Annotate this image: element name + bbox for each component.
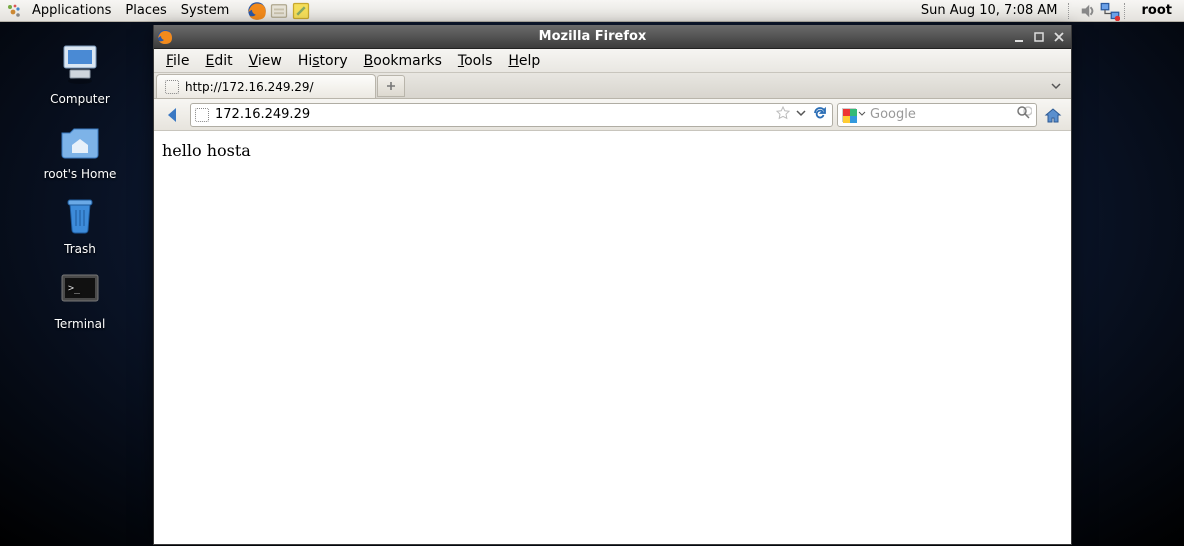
search-engine-dropdown-icon[interactable] [858, 107, 866, 122]
new-tab-button[interactable] [377, 75, 405, 97]
gnome-foot-icon [4, 1, 24, 21]
menu-edit[interactable]: Edit [197, 51, 240, 71]
separator [1124, 3, 1130, 19]
page-content: hello hosta [154, 131, 1071, 544]
maximize-button[interactable] [1029, 28, 1049, 46]
desktop-icon-label: root's Home [44, 167, 117, 181]
separator [1068, 3, 1074, 19]
user-menu[interactable]: root [1134, 3, 1181, 18]
nautilus-launcher-icon[interactable] [269, 1, 289, 21]
search-bar[interactable]: Google [837, 103, 1037, 127]
page-body-text: hello hosta [162, 141, 251, 160]
page-icon [165, 80, 179, 94]
menu-bookmarks[interactable]: Bookmarks [356, 51, 450, 71]
search-go-icon[interactable] [1016, 105, 1032, 125]
network-icon[interactable] [1100, 1, 1120, 21]
menu-view[interactable]: View [241, 51, 290, 71]
home-folder-icon [56, 115, 104, 163]
desktop-icon-label: Terminal [55, 317, 106, 331]
desktop-icon-terminal[interactable]: >_ Terminal [32, 265, 128, 331]
system-menu[interactable]: System [175, 1, 235, 20]
google-favicon [842, 108, 856, 122]
menu-help[interactable]: Help [500, 51, 548, 71]
reload-icon[interactable] [812, 105, 828, 125]
back-button[interactable] [160, 102, 186, 128]
gnome-top-panel: Applications Places System Sun Aug 10, 7… [0, 0, 1184, 22]
menu-tools[interactable]: Tools [450, 51, 501, 71]
browser-tab[interactable]: http://172.16.249.29/ [156, 74, 376, 98]
firefox-window: Mozilla Firefox File Edit View History B… [153, 25, 1072, 545]
window-titlebar[interactable]: Mozilla Firefox [154, 25, 1071, 49]
close-button[interactable] [1049, 28, 1069, 46]
places-menu[interactable]: Places [119, 1, 172, 20]
desktop-icon-label: Computer [50, 92, 110, 106]
menu-file[interactable]: File [158, 51, 197, 71]
firefox-tabbar: http://172.16.249.29/ [154, 73, 1071, 99]
applications-menu[interactable]: Applications [26, 1, 117, 20]
panel-clock[interactable]: Sun Aug 10, 7:08 AM [915, 3, 1064, 18]
desktop-icon-label: Trash [64, 242, 96, 256]
firefox-navbar: 172.16.249.29 Google [154, 99, 1071, 131]
desktop-icon-computer[interactable]: Computer [32, 40, 128, 106]
url-bar[interactable]: 172.16.249.29 [190, 103, 833, 127]
bookmark-star-icon[interactable] [776, 106, 790, 124]
svg-text:>_: >_ [68, 283, 81, 294]
firefox-icon [154, 29, 176, 45]
trash-icon [56, 190, 104, 238]
firefox-menubar: File Edit View History Bookmarks Tools H… [154, 49, 1071, 73]
volume-icon[interactable] [1078, 1, 1098, 21]
terminal-icon: >_ [56, 265, 104, 313]
tab-list-dropdown[interactable] [1047, 77, 1065, 95]
desktop-icon-trash[interactable]: Trash [32, 190, 128, 256]
firefox-launcher-icon[interactable] [247, 1, 267, 21]
minimize-button[interactable] [1009, 28, 1029, 46]
desktop-icon-home[interactable]: root's Home [32, 115, 128, 181]
computer-icon [56, 40, 104, 88]
history-dropdown-icon[interactable] [796, 107, 806, 122]
home-button[interactable] [1041, 103, 1065, 127]
menu-history[interactable]: History [290, 51, 356, 71]
page-icon [195, 108, 209, 122]
window-title: Mozilla Firefox [176, 29, 1009, 44]
note-launcher-icon[interactable] [291, 1, 311, 21]
tab-label: http://172.16.249.29/ [185, 80, 314, 94]
search-placeholder: Google [870, 107, 1012, 122]
url-text: 172.16.249.29 [215, 107, 770, 122]
